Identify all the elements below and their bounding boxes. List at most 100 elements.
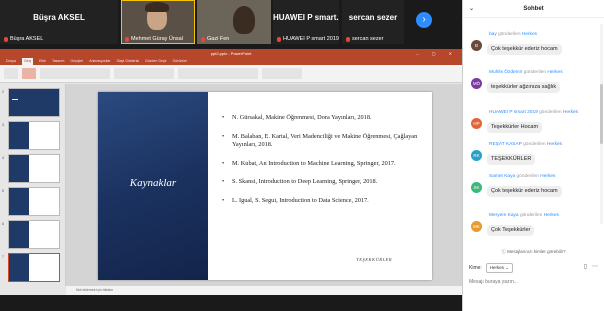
- participant-big-name: Büşra AKSEL: [33, 13, 85, 22]
- message-bubble: Çok teşekkür ederiz hocam: [487, 44, 562, 56]
- chat-input[interactable]: [469, 276, 599, 288]
- slide-title: Kaynaklar: [129, 177, 177, 189]
- reference-item: L. Igual, S. Segui, Introduction to Data…: [222, 197, 422, 205]
- avatar: B: [471, 40, 482, 51]
- recipient-label: Kime:: [469, 265, 482, 271]
- font-group[interactable]: [40, 68, 110, 79]
- tab-transitions[interactable]: Geçişler: [70, 58, 83, 65]
- slide-number: 3: [2, 123, 4, 127]
- slide-thumbnail-selected[interactable]: [8, 253, 60, 282]
- participant-caption: Mehmet Güray Ünsal: [131, 36, 183, 42]
- tab-slideshow[interactable]: Slayt Gösterisi: [116, 58, 139, 65]
- reference-item: N. Gürsakal, Makine Öğrenmesi, Dora Yayı…: [222, 114, 422, 122]
- reference-list: N. Gürsakal, Makine Öğrenmesi, Dora Yayı…: [222, 114, 422, 216]
- tab-file[interactable]: Dosya: [6, 58, 16, 65]
- chat-messages: bay gönderilen Herkes B Çok teşekkür ede…: [463, 18, 598, 258]
- tab-home[interactable]: Giriş: [21, 58, 34, 65]
- tab-view[interactable]: Görünüm: [173, 58, 188, 65]
- recipient-selector: Kime: Herkes ⌄: [469, 263, 514, 273]
- tab-design[interactable]: Tasarım: [52, 58, 64, 65]
- reference-item: M. Kubat, An Introduction to Machine Lea…: [222, 160, 422, 168]
- message-bubble: Çok teşekkür ederiz hocam: [487, 186, 562, 198]
- sent-label: gönderilen: [498, 32, 521, 37]
- message-visibility-note[interactable]: ⓘ Mesajlarınızı kimler görebilir?: [463, 249, 604, 255]
- avatar: SK: [471, 182, 482, 193]
- message-sender: Meryem Kaya: [489, 213, 519, 218]
- participant-tile[interactable]: Gazi Fen: [197, 0, 271, 44]
- participant-big-name: sercan sezer: [348, 13, 398, 22]
- new-slide-button[interactable]: [22, 68, 36, 79]
- powerpoint-titlebar: ppt2.pptx - PowerPoint – ▢ ✕: [0, 49, 462, 58]
- participant-caption: sercan sezer: [352, 36, 384, 42]
- tab-animations[interactable]: Animasyonlar: [89, 58, 110, 65]
- avatar: HP: [471, 118, 482, 129]
- message-recipient: Herkes: [546, 142, 563, 147]
- paste-button[interactable]: [4, 68, 18, 79]
- message-sender: Samet Kaya: [489, 174, 516, 179]
- slide-thumbnail[interactable]: [8, 121, 60, 150]
- thumb-body: [29, 221, 59, 248]
- message-bubble: TEŞEKKÜRLER: [487, 154, 536, 166]
- participant-tile[interactable]: HUAWEI P smart... HUAWEI P smart 2019: [273, 0, 339, 44]
- visibility-note-text: Mesajlarınızı kimler görebilir?: [507, 249, 566, 254]
- participant-tile[interactable]: sercan sezer sercan sezer: [342, 0, 404, 44]
- mic-muted-icon: [125, 36, 129, 42]
- thumb-body: [29, 254, 59, 281]
- avatar: RK: [471, 150, 482, 161]
- message-recipient: Herkes: [521, 32, 538, 37]
- notes-pane[interactable]: Not eklemek için tıklatın: [66, 286, 462, 295]
- chat-message: Muhlis Özdemir gönderilen Herkes MÖ teşe…: [471, 70, 595, 94]
- slide-thumbnail[interactable]: [8, 220, 60, 249]
- mic-muted-icon: [201, 36, 205, 42]
- chat-header: ⌄ Sohbet: [463, 0, 604, 18]
- video-strip: Büşra AKSEL Büşra AKSEL Mehmet Güray Üns…: [0, 0, 462, 44]
- chat-scrollbar[interactable]: [600, 24, 603, 224]
- mic-muted-icon: [4, 36, 8, 42]
- scrollbar-thumb[interactable]: [600, 84, 603, 144]
- slide-signature: TEŞEKKÜRLER: [356, 257, 392, 262]
- editing-group[interactable]: [262, 68, 302, 79]
- current-slide[interactable]: Kaynaklar N. Gürsakal, Makine Öğrenmesi,…: [98, 92, 432, 280]
- sent-label: gönderilen: [539, 110, 562, 115]
- next-page-arrow-icon[interactable]: ›: [416, 12, 432, 28]
- slide-number: 7: [2, 255, 4, 259]
- slide-thumbnail[interactable]: [8, 187, 60, 216]
- message-sender: Muhlis Özdemir: [489, 70, 523, 75]
- slide-thumbnail[interactable]: [8, 154, 60, 183]
- participant-tile[interactable]: Büşra AKSEL Büşra AKSEL: [0, 0, 118, 44]
- recipient-value: Herkes: [489, 265, 505, 270]
- powerpoint-window: ppt2.pptx - PowerPoint – ▢ ✕ Dosya Giriş…: [0, 49, 462, 295]
- participant-caption: Büşra AKSEL: [10, 36, 44, 42]
- participant-tile-active-speaker[interactable]: Mehmet Güray Ünsal: [121, 0, 195, 44]
- tab-insert[interactable]: Ekle: [39, 58, 46, 65]
- sent-label: gönderilen: [516, 174, 539, 179]
- zoom-window: Büşra AKSEL Büşra AKSEL Mehmet Güray Üns…: [0, 0, 604, 311]
- chat-message: bay gönderilen Herkes B Çok teşekkür ede…: [471, 32, 595, 56]
- paragraph-group[interactable]: [114, 68, 174, 79]
- sent-label: gönderilen: [519, 213, 543, 218]
- chat-message: Samet Kaya gönderilen Herkes SK Çok teşe…: [471, 174, 595, 198]
- more-icon[interactable]: ⋯: [592, 263, 598, 270]
- status-bar: [0, 295, 462, 311]
- recipient-dropdown[interactable]: Herkes ⌄: [485, 263, 514, 273]
- file-icon[interactable]: ▯: [584, 263, 587, 270]
- slide-number: 4: [2, 156, 4, 160]
- chat-panel: ⌄ Sohbet bay gönderilen Herkes B Çok teş…: [462, 0, 604, 311]
- drawing-group[interactable]: [178, 68, 258, 79]
- message-bubble: Teşekkürler Hocam: [487, 122, 543, 134]
- message-recipient: Herkes: [547, 70, 563, 75]
- sent-label: gönderilen: [523, 142, 546, 147]
- slide-thumbnail[interactable]: ▬▬: [8, 88, 60, 117]
- mic-muted-icon: [277, 36, 281, 42]
- slide-thumbnails: 2 ▬▬ 3 4 5 6 7: [0, 84, 66, 286]
- participant-video: [233, 6, 255, 34]
- avatar: MÖ: [471, 78, 482, 89]
- tab-review[interactable]: Gözden Geçir: [145, 58, 167, 65]
- participant-caption: HUAWEI P smart 2019: [283, 36, 339, 42]
- powerpoint-title: ppt2.pptx - PowerPoint: [210, 51, 252, 56]
- reference-item: M. Balaban, E. Kartal, Veri Madenciliği …: [222, 133, 422, 149]
- chevron-down-icon[interactable]: ⌄: [469, 0, 474, 18]
- chat-title: Sohbet: [523, 6, 544, 12]
- window-controls[interactable]: – ▢ ✕: [416, 49, 458, 58]
- chat-message: Meryem Kaya gönderilen Herkes MK Çok Teş…: [471, 213, 595, 237]
